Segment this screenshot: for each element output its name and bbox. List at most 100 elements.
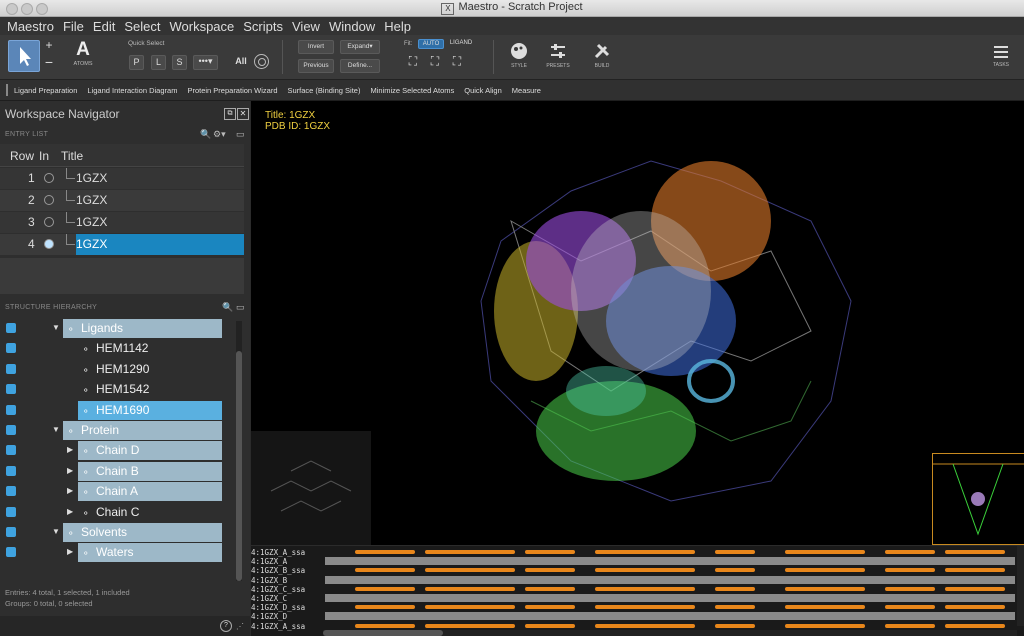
sequence-horizontal-scrollbar[interactable] xyxy=(323,630,1017,636)
search-hierarchy-icon[interactable]: 🔍 xyxy=(222,302,233,313)
menu-help[interactable]: Help xyxy=(382,19,413,34)
quick-align-button[interactable]: Quick Align xyxy=(464,86,502,95)
hierarchy-item[interactable]: ⚬ Chain D xyxy=(78,441,222,461)
visibility-checkbox[interactable] xyxy=(6,425,16,435)
fit-to-screen-icon[interactable]: ⛶ xyxy=(406,55,420,69)
expand-arrow-icon[interactable]: ▼ xyxy=(52,527,60,536)
collapsed-arrow-icon[interactable]: ▶ xyxy=(67,507,73,516)
hierarchy-item[interactable]: ⚬ HEM1690 xyxy=(78,400,222,420)
hierarchy-item[interactable]: ⚬ Ligands xyxy=(63,319,222,338)
include-toggle-icon[interactable] xyxy=(44,239,54,249)
hierarchy-item[interactable]: ⚬ HEM1290 xyxy=(78,360,222,379)
hierarchy-item[interactable]: ⚬ Chain C xyxy=(78,503,222,522)
measure-button[interactable]: Measure xyxy=(512,86,541,95)
ligand-preparation-button[interactable]: Ligand Preparation xyxy=(14,86,77,95)
include-toggle-icon[interactable] xyxy=(44,195,54,205)
add-select-icon[interactable]: + xyxy=(43,39,55,54)
visibility-checkbox[interactable] xyxy=(6,343,16,354)
hierarchy-item[interactable]: ⚬ Solvents xyxy=(63,523,222,542)
collapsed-arrow-icon[interactable]: ▶ xyxy=(67,466,73,475)
menu-select[interactable]: Select xyxy=(122,19,162,34)
sequence-vertical-scrollbar[interactable] xyxy=(1017,546,1024,626)
visibility-checkbox[interactable] xyxy=(6,445,16,456)
entry-row[interactable]: 1 1GZX xyxy=(0,168,244,189)
expand-arrow-icon[interactable]: ▼ xyxy=(52,323,60,332)
invert-button[interactable]: Invert xyxy=(298,40,334,54)
hierarchy-item[interactable]: ⚬ Chain B xyxy=(78,461,222,481)
entry-row[interactable]: 2 1GZX xyxy=(0,190,244,211)
column-in[interactable]: In xyxy=(39,149,49,163)
include-toggle-icon[interactable] xyxy=(44,173,54,183)
visibility-checkbox[interactable] xyxy=(6,506,16,517)
previous-button[interactable]: Previous xyxy=(298,59,334,73)
collapsed-arrow-icon[interactable]: ▶ xyxy=(67,445,73,454)
visibility-checkbox[interactable] xyxy=(6,486,16,497)
more-options-icon[interactable]: •••▾ xyxy=(193,55,218,70)
entry-row[interactable]: 3 1GZX xyxy=(0,212,244,233)
search-icon[interactable]: 🔍 xyxy=(200,129,211,140)
resize-grip-icon[interactable]: ⋰ xyxy=(236,622,244,631)
visibility-checkbox[interactable] xyxy=(6,547,16,558)
fit-ligand-icon[interactable]: ⛶ xyxy=(450,55,464,69)
visibility-checkbox[interactable] xyxy=(6,384,16,395)
hierarchy-item[interactable]: ⚬ Protein xyxy=(63,421,222,440)
hierarchy-item[interactable]: ⚬ Waters xyxy=(78,543,222,563)
sequence-track[interactable]: VLSPADKTNVKAAWGKVGAHAGEYGAEALERMFLSFPTTK… xyxy=(325,594,1015,602)
quick-select-s-button[interactable]: S xyxy=(172,55,187,70)
expand-arrow-icon[interactable]: ▼ xyxy=(52,425,60,434)
atoms-button[interactable]: A ATOMS xyxy=(68,39,98,73)
hierarchy-scrollbar[interactable] xyxy=(236,321,242,581)
sequence-track[interactable]: VLSPADKTNVKAAWGKVGAHAGEYGAEALERMFLSFPTTK… xyxy=(325,557,1015,566)
expand-button[interactable]: Expand▾ xyxy=(340,40,380,54)
ligand-interaction-diagram-button[interactable]: Ligand Interaction Diagram xyxy=(87,86,177,95)
workspace-3d-viewer[interactable]: Title: 1GZX PDB ID: 1GZX xyxy=(251,101,1024,545)
minimize-selected-atoms-button[interactable]: Minimize Selected Atoms xyxy=(370,86,454,95)
close-panel-icon[interactable]: ✕ xyxy=(237,108,249,120)
build-button[interactable]: BUILD xyxy=(585,39,619,73)
sequence-viewer[interactable]: 4:1GZX_A_ssa4:1GZX_AVLSPADKTNVKAAWGKVGAH… xyxy=(251,546,1024,636)
style-button[interactable]: STYLE xyxy=(502,39,536,73)
entry-title[interactable]: 1GZX xyxy=(76,212,244,233)
define-button[interactable]: Define... xyxy=(340,59,380,73)
visibility-checkbox[interactable] xyxy=(6,527,16,537)
menu-maestro[interactable]: Maestro xyxy=(5,19,56,34)
sequence-track[interactable]: VHLTPEEKSAVTALWGKVNVDEVGGEALGRLLVVYPWTQR… xyxy=(325,612,1015,621)
entry-title[interactable]: 1GZX xyxy=(76,168,244,189)
entry-row[interactable]: 4 1GZX xyxy=(0,234,244,255)
protein-preparation-wizard-button[interactable]: Protein Preparation Wizard xyxy=(187,86,277,95)
subtract-select-icon[interactable]: − xyxy=(43,55,55,71)
visibility-checkbox[interactable] xyxy=(6,404,16,415)
clipping-planes-view[interactable] xyxy=(932,453,1024,545)
fit-selection-icon[interactable]: ⛶ xyxy=(428,55,442,69)
float-panel-icon[interactable]: ⧉ xyxy=(224,108,236,120)
gear-icon[interactable]: ⚙▾ xyxy=(213,129,226,140)
select-all-button[interactable]: All xyxy=(232,55,250,70)
column-row[interactable]: Row xyxy=(10,149,34,163)
collapsed-arrow-icon[interactable]: ▶ xyxy=(67,547,73,556)
visibility-checkbox[interactable] xyxy=(6,323,16,333)
menu-workspace[interactable]: Workspace xyxy=(167,19,236,34)
menu-window[interactable]: Window xyxy=(327,19,377,34)
visibility-checkbox[interactable] xyxy=(6,465,16,476)
hierarchy-item[interactable]: ⚬ Chain A xyxy=(78,482,222,502)
presets-button[interactable]: PRESETS xyxy=(541,39,575,73)
fit-auto-button[interactable]: AUTO xyxy=(418,39,444,49)
tasks-button[interactable]: TASKS xyxy=(985,41,1017,73)
entry-title[interactable]: 1GZX xyxy=(76,234,244,255)
target-icon[interactable] xyxy=(254,54,269,69)
scrollbar-thumb[interactable] xyxy=(236,351,242,581)
select-tool-button[interactable] xyxy=(8,40,40,72)
column-title[interactable]: Title xyxy=(61,149,83,163)
collapsed-arrow-icon[interactable]: ▶ xyxy=(67,486,73,495)
hierarchy-item[interactable]: ⚬ HEM1142 xyxy=(78,339,222,358)
collapse-section-icon[interactable]: ▭ xyxy=(236,129,245,140)
menu-edit[interactable]: Edit xyxy=(91,19,117,34)
fit-ligand-button[interactable]: LIGAND xyxy=(447,39,475,49)
quick-select-l-button[interactable]: L xyxy=(151,55,166,70)
include-toggle-icon[interactable] xyxy=(44,217,54,227)
quick-select-p-button[interactable]: P xyxy=(129,55,144,70)
sequence-scroll-thumb[interactable] xyxy=(323,630,443,636)
menu-scripts[interactable]: Scripts xyxy=(241,19,285,34)
entry-title[interactable]: 1GZX xyxy=(76,190,244,211)
visibility-checkbox[interactable] xyxy=(6,363,16,374)
